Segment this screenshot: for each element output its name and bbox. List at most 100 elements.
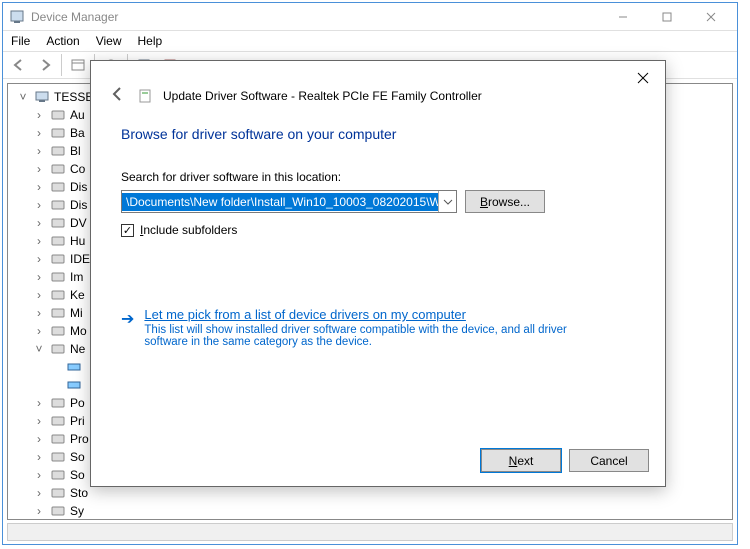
tree-item-label: Bl: [70, 144, 81, 158]
titlebar: Device Manager: [3, 3, 737, 31]
include-subfolders-label: Include subfolders: [140, 223, 237, 237]
tree-item-label: Sy: [70, 504, 84, 518]
window-title: Device Manager: [31, 10, 118, 24]
device-category-icon: [50, 323, 66, 339]
nav-back-button[interactable]: [7, 54, 31, 76]
back-arrow-icon[interactable]: [109, 85, 127, 106]
expand-icon[interactable]: ›: [32, 396, 46, 410]
network-adapter-icon: [66, 377, 82, 393]
device-category-icon: [50, 341, 66, 357]
device-category-icon: [50, 485, 66, 501]
expand-icon[interactable]: ›: [32, 108, 46, 122]
close-button[interactable]: [689, 6, 733, 28]
tree-item-label: Hu: [70, 234, 85, 248]
expand-icon[interactable]: ›: [32, 180, 46, 194]
expand-icon[interactable]: ›: [32, 306, 46, 320]
expand-icon[interactable]: ›: [32, 324, 46, 338]
toolbar-detail-icon[interactable]: [66, 54, 90, 76]
tree-item-label: Co: [70, 162, 85, 176]
expand-icon[interactable]: ›: [32, 414, 46, 428]
pick-title: Let me pick from a list of device driver…: [144, 307, 604, 322]
update-driver-dialog: Update Driver Software - Realtek PCIe FE…: [90, 60, 666, 487]
driver-icon: [137, 88, 153, 104]
tree-item-label: Dis: [70, 198, 87, 212]
device-category-icon: [50, 503, 66, 519]
device-category-icon: [50, 449, 66, 465]
include-subfolders-row[interactable]: ✓ Include subfolders: [121, 223, 635, 237]
status-bar: [7, 523, 733, 541]
tree-item-label: So: [70, 468, 85, 482]
tree-item-label: Sto: [70, 486, 88, 500]
expand-icon[interactable]: ›: [32, 450, 46, 464]
tree-item-label: Im: [70, 270, 83, 284]
tree-item-label: Ba: [70, 126, 85, 140]
computer-icon: [34, 89, 50, 105]
minimize-button[interactable]: [601, 6, 645, 28]
cancel-button[interactable]: Cancel: [569, 449, 649, 472]
app-icon: [9, 9, 25, 25]
nav-forward-button[interactable]: [33, 54, 57, 76]
device-category-icon: [50, 395, 66, 411]
location-combobox[interactable]: \Documents\New folder\Install_Win10_1000…: [121, 190, 457, 213]
include-subfolders-checkbox[interactable]: ✓: [121, 224, 134, 237]
tree-item[interactable]: › Sy: [12, 502, 728, 520]
menu-action[interactable]: Action: [46, 34, 79, 48]
expand-icon[interactable]: ›: [32, 198, 46, 212]
tree-item-label: Dis: [70, 180, 87, 194]
device-category-icon: [50, 107, 66, 123]
device-category-icon: [50, 287, 66, 303]
device-category-icon: [50, 197, 66, 213]
expand-icon[interactable]: ›: [32, 162, 46, 176]
tree-item-label: Pri: [70, 414, 85, 428]
tree-item-label: Mi: [70, 306, 83, 320]
dialog-header: Update Driver Software - Realtek PCIe FE…: [91, 61, 665, 116]
tree-item-label: Ne: [70, 342, 85, 356]
location-label: Search for driver software in this locat…: [121, 170, 635, 184]
maximize-button[interactable]: [645, 6, 689, 28]
device-category-icon: [50, 233, 66, 249]
tree-item-label: Ke: [70, 288, 85, 302]
pick-from-list-option[interactable]: ➔ Let me pick from a list of device driv…: [121, 307, 635, 348]
expand-icon[interactable]: ›: [32, 144, 46, 158]
expand-icon[interactable]: ›: [32, 216, 46, 230]
tree-item-label: Mo: [70, 324, 87, 338]
menu-help[interactable]: Help: [138, 34, 163, 48]
expand-icon[interactable]: ›: [32, 432, 46, 446]
dialog-close-button[interactable]: [629, 67, 657, 89]
expand-icon[interactable]: ›: [32, 126, 46, 140]
expand-icon[interactable]: ˅: [16, 90, 30, 104]
device-category-icon: [50, 269, 66, 285]
expand-icon[interactable]: ›: [32, 288, 46, 302]
expand-icon[interactable]: ›: [32, 468, 46, 482]
device-category-icon: [50, 215, 66, 231]
expand-icon[interactable]: ›: [32, 504, 46, 518]
expand-icon[interactable]: ›: [32, 270, 46, 284]
expand-icon[interactable]: ˅: [32, 342, 46, 356]
network-adapter-icon: [66, 359, 82, 375]
tree-item-label: So: [70, 450, 85, 464]
device-category-icon: [50, 125, 66, 141]
location-path: \Documents\New folder\Install_Win10_1000…: [122, 193, 438, 211]
tree-item-label: DV: [70, 216, 87, 230]
device-category-icon: [50, 431, 66, 447]
device-category-icon: [50, 467, 66, 483]
tree-item-label: Po: [70, 396, 85, 410]
expand-icon[interactable]: ›: [32, 252, 46, 266]
device-category-icon: [50, 179, 66, 195]
device-category-icon: [50, 413, 66, 429]
arrow-right-icon: ➔: [121, 309, 134, 348]
device-category-icon: [50, 305, 66, 321]
chevron-down-icon[interactable]: [438, 191, 456, 212]
menubar: File Action View Help: [3, 31, 737, 51]
browse-button[interactable]: Browse...: [465, 190, 545, 213]
menu-file[interactable]: File: [11, 34, 30, 48]
next-button[interactable]: Next: [481, 449, 561, 472]
dialog-title: Update Driver Software - Realtek PCIe FE…: [163, 89, 482, 103]
expand-icon[interactable]: ›: [32, 486, 46, 500]
tree-item-label: IDE: [70, 252, 90, 266]
menu-view[interactable]: View: [96, 34, 122, 48]
expand-icon[interactable]: ›: [32, 234, 46, 248]
tree-item-label: Au: [70, 108, 85, 122]
device-category-icon: [50, 161, 66, 177]
tree-item-label: Pro: [70, 432, 89, 446]
